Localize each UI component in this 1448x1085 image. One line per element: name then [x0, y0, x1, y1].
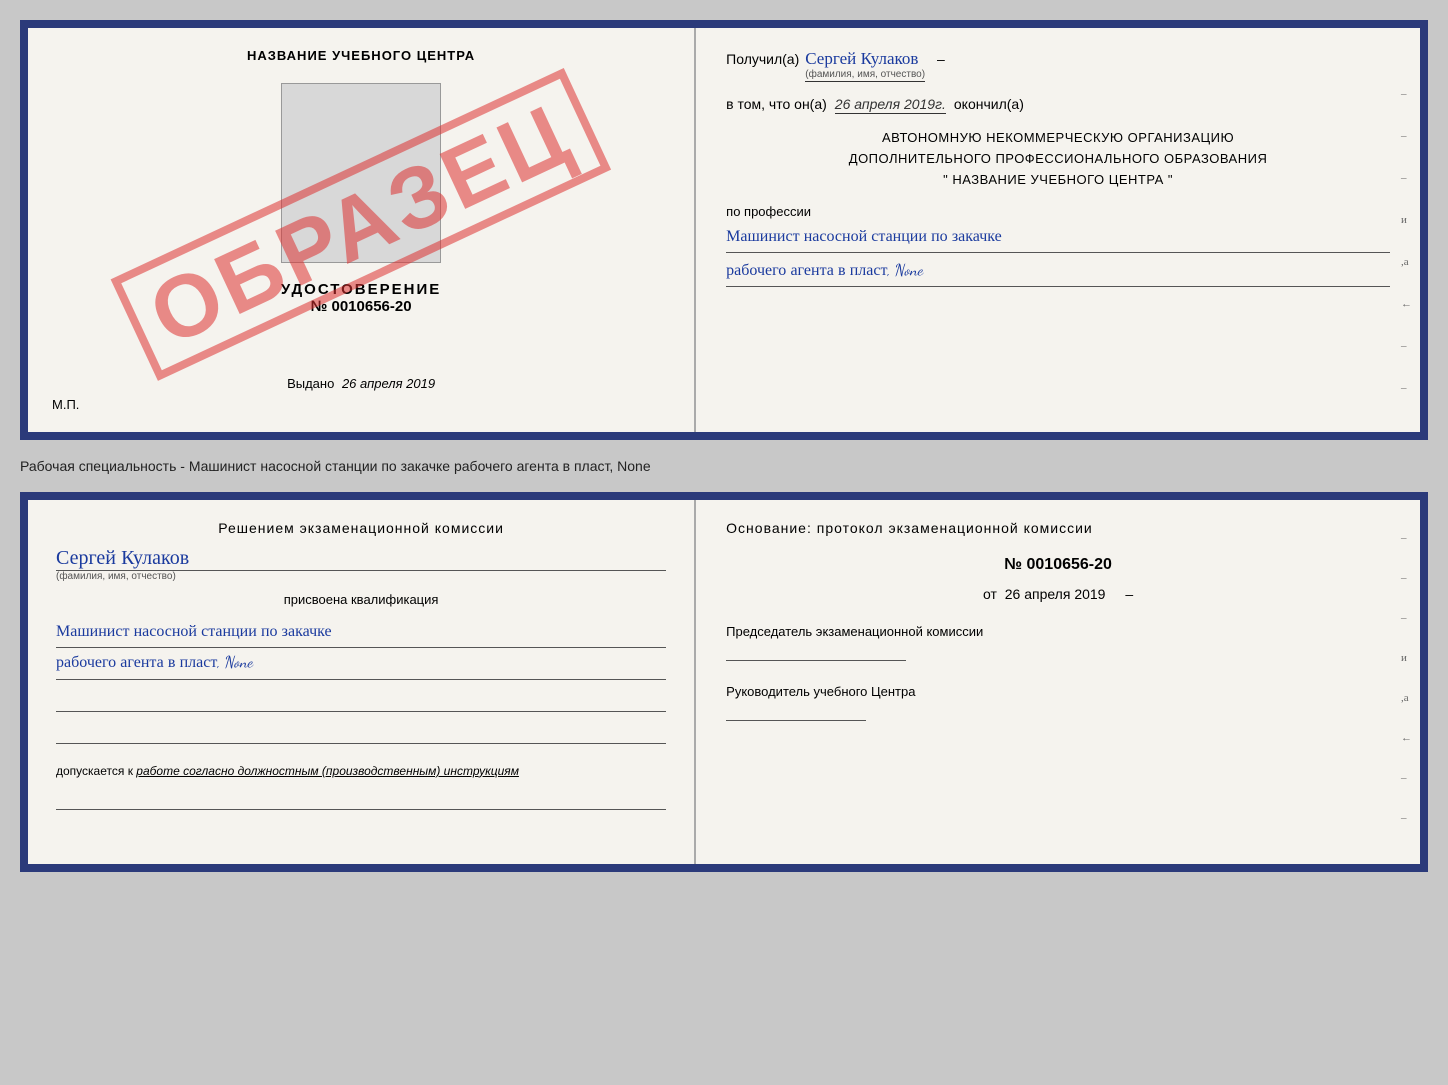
- komissia-name: Сергей Кулаков: [56, 546, 666, 571]
- date-suffix: окончил(а): [954, 96, 1024, 112]
- допускается-prefix: допускается к: [56, 764, 133, 778]
- doc-right-panel: Получил(а) Сергей Кулаков (фамилия, имя,…: [696, 28, 1420, 432]
- issued-date: 26 апреля 2019: [342, 376, 435, 391]
- допускается-hw: работе согласно должностным (производств…: [136, 764, 519, 778]
- date-prefix: в том, что он(а): [726, 96, 827, 112]
- received-line: Получил(а) Сергей Кулаков (фамилия, имя,…: [726, 48, 1390, 82]
- protocol-date-prefix: от: [983, 586, 997, 602]
- received-name: Сергей Кулаков (фамилия, имя, отчество): [805, 48, 925, 82]
- cert-label: УДОСТОВЕРЕНИЕ: [281, 281, 441, 298]
- leader-title: Руководитель учебного Центра: [726, 684, 1390, 699]
- osnov-title: Основание: протокол экзаменационной коми…: [726, 520, 1390, 536]
- date-line: в том, что он(а) 26 апреля 2019г. окончи…: [726, 96, 1390, 114]
- protocol-date: от 26 апреля 2019 –: [726, 586, 1390, 602]
- name-sublabel: (фамилия, имя, отчество): [805, 69, 925, 80]
- допускается-text: допускается к работе согласно должностны…: [56, 764, 666, 778]
- komissia-name-sublabel: (фамилия, имя, отчество): [56, 571, 666, 582]
- profession-block: по профессии Машинист насосной станции п…: [726, 204, 1390, 287]
- leader-block: Руководитель учебного Центра: [726, 684, 1390, 724]
- right-margin-marks: –––и,а←––: [1401, 88, 1412, 394]
- org-line1: АВТОНОМНУЮ НЕКОММЕРЧЕСКУЮ ОРГАНИЗАЦИЮ: [726, 128, 1390, 149]
- profession-hw1: Машинист насосной станции по закачке: [726, 223, 1390, 253]
- org-block: АВТОНОМНУЮ НЕКОММЕРЧЕСКУЮ ОРГАНИЗАЦИЮ ДО…: [726, 128, 1390, 190]
- training-center-title: НАЗВАНИЕ УЧЕБНОГО ЦЕНТРА: [247, 48, 475, 63]
- protocol-number: № 0010656-20: [726, 556, 1390, 574]
- qualification-block: Машинист насосной станции по закачке раб…: [56, 617, 666, 680]
- certificate-photo-box: [281, 83, 441, 263]
- doc-left-panel: НАЗВАНИЕ УЧЕБНОГО ЦЕНТРА УДОСТОВЕРЕНИЕ №…: [28, 28, 696, 432]
- date-value: 26 апреля 2019г.: [835, 96, 946, 114]
- chairman-signature-line: [726, 643, 906, 661]
- doc-bottom-right: Основание: протокол экзаменационной коми…: [696, 500, 1420, 864]
- chairman-title: Председатель экзаменационной комиссии: [726, 624, 1390, 639]
- issued-prefix: Выдано: [287, 376, 334, 391]
- leader-signature-line: [726, 703, 866, 721]
- underline-1: [56, 694, 666, 712]
- doc-bottom-left: Решением экзаменационной комиссии Сергей…: [28, 500, 696, 864]
- komissia-name-block: Сергей Кулаков (фамилия, имя, отчество): [56, 546, 666, 582]
- protocol-date-value: 26 апреля 2019: [1005, 586, 1106, 602]
- profession-prefix: по профессии: [726, 204, 811, 219]
- bottom-right-margin: –––и,а←––: [1401, 532, 1412, 824]
- received-prefix: Получил(а): [726, 51, 799, 67]
- profession-hw2: рабочего агента в пласт, None: [726, 257, 1390, 287]
- org-line3: " НАЗВАНИЕ УЧЕБНОГО ЦЕНТРА ": [726, 170, 1390, 191]
- komissia-title: Решением экзаменационной комиссии: [56, 520, 666, 536]
- top-document: НАЗВАНИЕ УЧЕБНОГО ЦЕНТРА УДОСТОВЕРЕНИЕ №…: [20, 20, 1428, 440]
- underline-3: [56, 792, 666, 810]
- chairman-block: Председатель экзаменационной комиссии: [726, 624, 1390, 664]
- qualification-hw2: рабочего агента в пласт, None: [56, 648, 666, 679]
- bottom-document: Решением экзаменационной комиссии Сергей…: [20, 492, 1428, 872]
- cert-number: № 0010656-20: [311, 298, 412, 315]
- underline-2: [56, 726, 666, 744]
- separator-label: Рабочая специальность - Машинист насосно…: [20, 458, 651, 474]
- separator-text: Рабочая специальность - Машинист насосно…: [20, 450, 1428, 482]
- mp-label: М.П.: [52, 397, 79, 412]
- assigned-label: присвоена квалификация: [56, 592, 666, 607]
- qualification-hw1: Машинист насосной станции по закачке: [56, 617, 666, 648]
- org-line2: ДОПОЛНИТЕЛЬНОГО ПРОФЕССИОНАЛЬНОГО ОБРАЗО…: [726, 149, 1390, 170]
- issued-line: Выдано 26 апреля 2019: [287, 376, 435, 391]
